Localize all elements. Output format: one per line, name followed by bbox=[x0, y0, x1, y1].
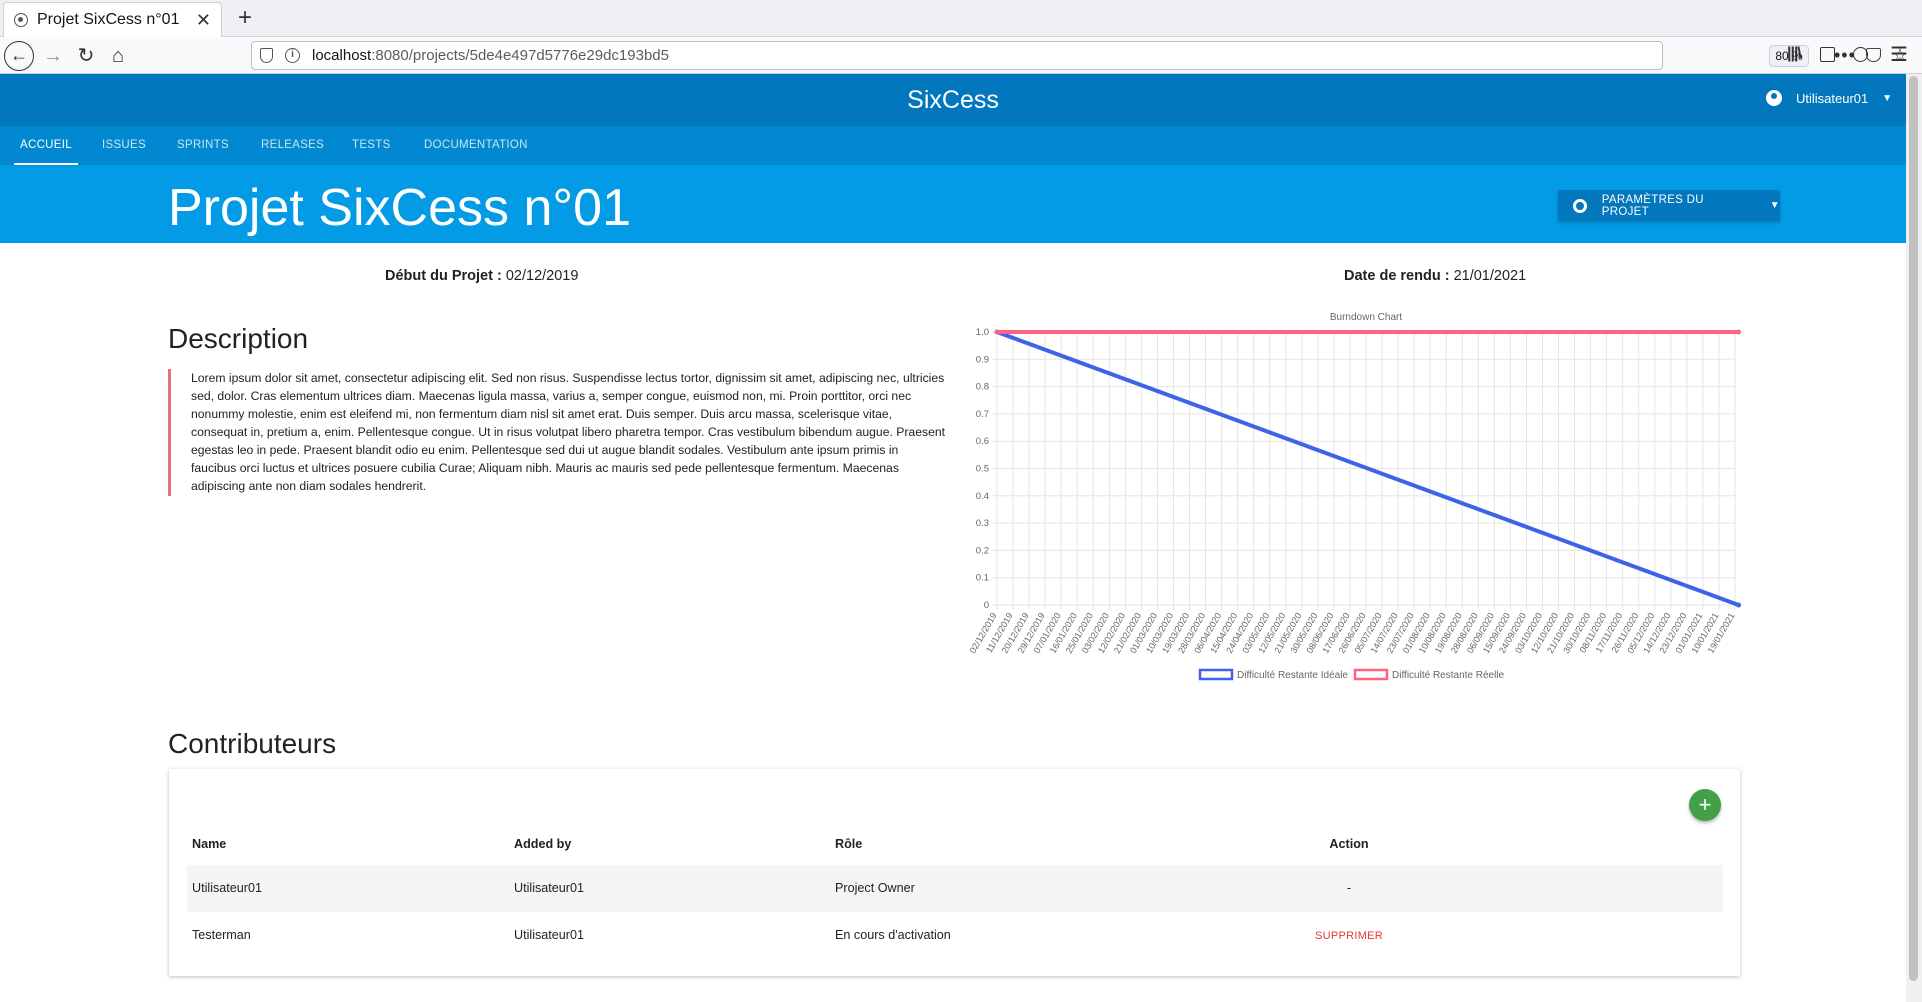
scrollbar-thumb[interactable] bbox=[1909, 76, 1918, 981]
hamburger-menu-icon[interactable]: ☰ bbox=[1890, 42, 1908, 67]
y-tick-label: 0.1 bbox=[976, 573, 989, 584]
info-icon[interactable]: i bbox=[285, 48, 300, 63]
page-title: Projet SixCess n°01 bbox=[168, 179, 631, 237]
user-name: Utilisateur01 bbox=[1796, 90, 1869, 106]
y-tick-label: 0.8 bbox=[976, 382, 989, 393]
y-tick-label: 0 bbox=[984, 600, 989, 611]
chevron-down-icon: ▼ bbox=[1882, 92, 1893, 104]
reload-icon[interactable]: ↻ bbox=[71, 41, 101, 71]
url-bar[interactable]: i localhost:8080/projects/5de4e497d5776e… bbox=[251, 41, 1908, 70]
column-header-role: Rôle bbox=[835, 837, 863, 851]
y-tick-label: 1.0 bbox=[976, 327, 989, 338]
contributor-role: Project Owner bbox=[835, 881, 915, 895]
table-row: Testerman Utilisateur01 En cours d'activ… bbox=[187, 912, 1723, 959]
contributors-table: Name Added by Rôle Action Utilisateur01 … bbox=[187, 823, 1723, 959]
project-settings-label: PARAMÈTRES DU PROJET bbox=[1601, 193, 1704, 218]
contributor-name: Testerman bbox=[192, 928, 251, 942]
series-point bbox=[994, 329, 1000, 335]
project-settings-button[interactable]: PARAMÈTRES DU PROJET ▼ bbox=[1558, 190, 1780, 221]
browser-tab[interactable]: Projet SixCess n°01 ✕ bbox=[3, 2, 222, 37]
y-tick-label: 0.7 bbox=[976, 409, 989, 420]
contributor-added-by: Utilisateur01 bbox=[514, 881, 584, 895]
close-icon[interactable]: ✕ bbox=[196, 10, 211, 31]
start-date-value: 02/12/2019 bbox=[505, 268, 579, 284]
contributor-action: SUPPRIMER bbox=[1279, 912, 1419, 960]
contributors-title: Contributeurs bbox=[168, 728, 337, 759]
table-header-row: Name Added by Rôle Action bbox=[187, 823, 1723, 865]
chart-title: Burndown Chart bbox=[1330, 312, 1402, 323]
user-menu[interactable]: Utilisateur01 ▼ bbox=[1766, 90, 1892, 106]
url-host: localhost bbox=[312, 47, 372, 64]
gear-icon bbox=[1573, 198, 1587, 213]
contributor-added-by: Utilisateur01 bbox=[514, 928, 584, 942]
app-tabs: ACCUEIL ISSUES SPRINTS RELEASES TESTS DO… bbox=[0, 126, 1906, 165]
legend-swatch-ideal bbox=[1198, 668, 1234, 681]
table-row: Utilisateur01 Utilisateur01 Project Owne… bbox=[187, 865, 1723, 912]
start-date-label: Début du Projet : bbox=[385, 268, 502, 284]
project-hero: Projet SixCess n°01 PARAMÈTRES DU PROJET… bbox=[0, 165, 1906, 243]
y-tick-label: 0.2 bbox=[976, 545, 989, 556]
url-path: :8080/projects/5de4e497d5776e29dc193bd5 bbox=[371, 47, 669, 64]
tab-sprints[interactable]: SPRINTS bbox=[177, 126, 229, 165]
delete-contributor-button[interactable]: SUPPRIMER bbox=[1315, 930, 1383, 942]
contributor-action: - bbox=[1346, 881, 1352, 895]
description-title: Description bbox=[168, 323, 309, 354]
browser-tab-bar: Projet SixCess n°01 ✕ + bbox=[0, 0, 1922, 37]
account-icon[interactable] bbox=[1853, 47, 1868, 62]
column-header-action: Action bbox=[1329, 837, 1369, 851]
library-icon[interactable]: |||\ bbox=[1787, 45, 1802, 63]
new-tab-icon[interactable]: + bbox=[230, 3, 260, 33]
contributors-card: + Name Added by Rôle Action Utilisateur0… bbox=[169, 769, 1740, 976]
legend-label: Difficulté Restante Idéale bbox=[1237, 670, 1348, 681]
sidebar-icon[interactable] bbox=[1820, 47, 1835, 62]
due-date-value: 21/01/2021 bbox=[1453, 268, 1527, 284]
due-date-label: Date de rendu : bbox=[1344, 268, 1450, 284]
shield-icon[interactable] bbox=[260, 48, 273, 63]
project-due-date: Date de rendu : 21/01/2021 bbox=[1344, 268, 1526, 284]
tab-releases[interactable]: RELEASES bbox=[261, 126, 324, 165]
tab-accueil[interactable]: ACCUEIL bbox=[14, 126, 78, 165]
add-contributor-button[interactable]: + bbox=[1689, 789, 1721, 821]
tab-documentation[interactable]: DOCUMENTATION bbox=[424, 126, 528, 165]
pocket-icon[interactable] bbox=[1866, 48, 1881, 62]
app-title[interactable]: SixCess bbox=[0, 86, 1906, 115]
legend-label: Difficulté Restante Réelle bbox=[1392, 670, 1505, 681]
contributor-name: Utilisateur01 bbox=[192, 881, 262, 895]
burndown-chart-svg: Burndown Chart 1.0 0.9 0.8 0.7 0.6 0.5 0.4 0.3 0.… bbox=[968, 312, 1742, 681]
column-header-added-by: Added by bbox=[514, 837, 572, 851]
legend-swatch-real bbox=[1353, 668, 1389, 681]
app-header: SixCess Utilisateur01 ▼ bbox=[0, 74, 1906, 126]
project-start-date: Début du Projet : 02/12/2019 bbox=[385, 268, 578, 284]
y-tick-label: 0.5 bbox=[976, 464, 989, 475]
site-favicon-icon bbox=[14, 13, 28, 27]
series-point bbox=[1736, 329, 1742, 335]
description-text: Lorem ipsum dolor sit amet, consectetur … bbox=[168, 369, 946, 496]
tab-tests[interactable]: TESTS bbox=[352, 126, 391, 165]
home-icon[interactable]: ⌂ bbox=[103, 41, 133, 71]
account-circle-icon bbox=[1766, 90, 1782, 106]
browser-navbar: ← → ↻ ⌂ i localhost:8080/projects/5de4e4… bbox=[0, 37, 1922, 74]
forward-arrow-icon[interactable]: → bbox=[38, 41, 68, 71]
back-arrow-icon[interactable]: ← bbox=[4, 41, 34, 71]
y-tick-label: 0.6 bbox=[976, 436, 989, 447]
burndown-chart: Burndown Chart 1.0 0.9 0.8 0.7 0.6 0.5 0.4 0.3 0.… bbox=[955, 306, 1745, 691]
tab-title: Projet SixCess n°01 bbox=[37, 11, 180, 28]
y-tick-label: 0.4 bbox=[976, 491, 989, 502]
caret-down-icon: ▼ bbox=[1769, 200, 1780, 211]
page-scrollbar[interactable] bbox=[1906, 74, 1922, 1002]
column-header-name: Name bbox=[192, 837, 227, 851]
tab-issues[interactable]: ISSUES bbox=[102, 126, 146, 165]
y-tick-label: 0.3 bbox=[976, 518, 989, 529]
y-tick-label: 0.9 bbox=[976, 354, 989, 365]
contributor-role: En cours d'activation bbox=[835, 928, 951, 942]
series-point bbox=[1736, 602, 1742, 608]
